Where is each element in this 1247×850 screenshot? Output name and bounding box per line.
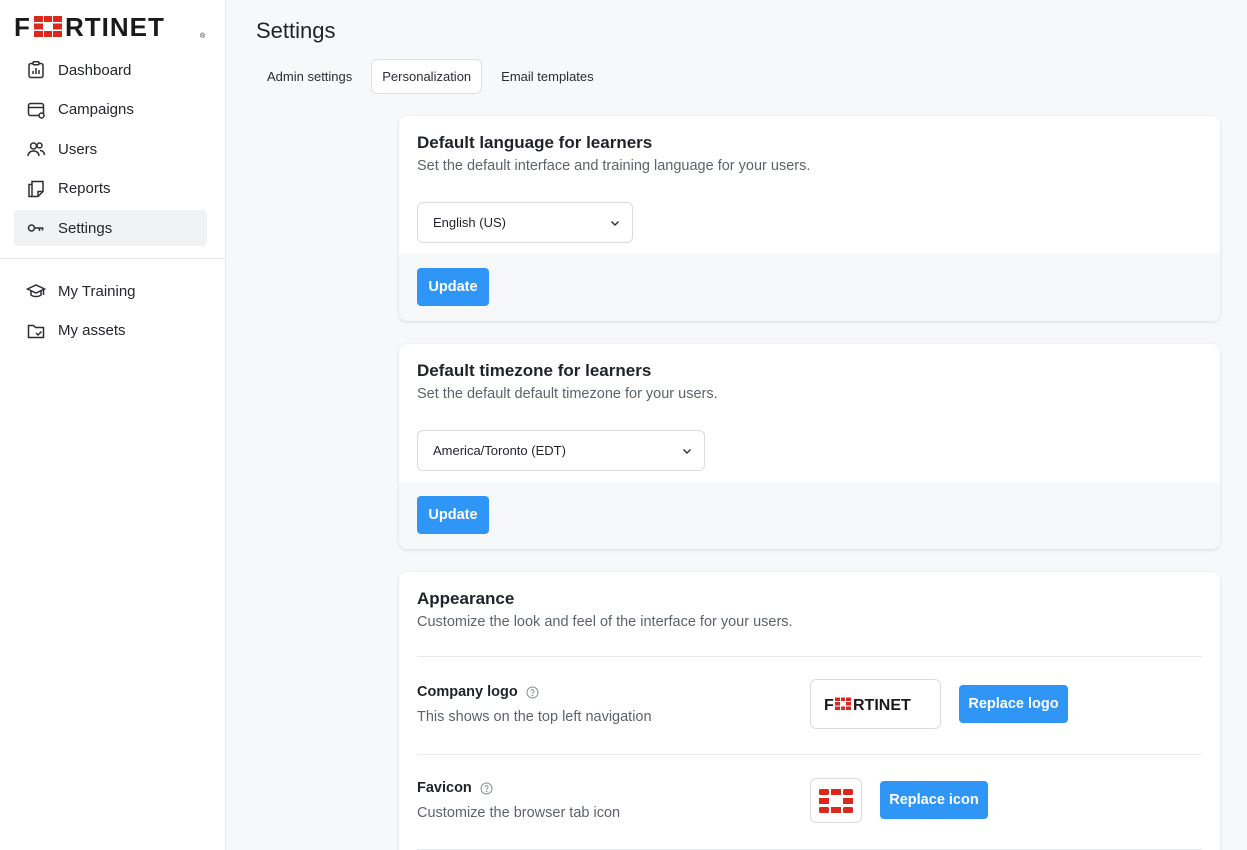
tab-email-templates[interactable]: Email templates	[490, 59, 604, 94]
fortinet-logo: F RTINET	[824, 697, 911, 712]
reports-icon	[26, 179, 46, 199]
sidebar-item-label: Users	[58, 140, 98, 158]
update-timezone-button[interactable]: Update	[417, 496, 489, 534]
card-title: Default language for learners	[417, 133, 653, 152]
chevron-down-icon	[611, 221, 619, 226]
card-title: Default timezone for learners	[417, 361, 652, 380]
card-description: Customize the look and feel of the inter…	[417, 614, 793, 630]
replace-icon-button[interactable]: Replace icon	[880, 781, 988, 819]
sidebar-item-label: My assets	[58, 322, 126, 339]
sidebar-item-label: Campaigns	[58, 101, 134, 118]
sidebar-item-my-assets[interactable]: My assets	[14, 313, 207, 349]
row-divider	[417, 754, 1202, 755]
page-title: Settings	[256, 18, 336, 43]
svg-text:F: F	[824, 697, 834, 712]
company-logo-description: This shows on the top left navigation	[417, 709, 652, 725]
sidebar-item-my-training[interactable]: My Training	[14, 273, 207, 309]
timezone-card: Default timezone for learners Set the de…	[399, 344, 1220, 549]
selected-value: English (US)	[433, 215, 506, 230]
settings-tabs: Admin settings Personalization Email tem…	[256, 59, 613, 94]
svg-text:®: ®	[200, 32, 206, 40]
card-footer: Update	[399, 482, 1220, 549]
folder-check-icon	[26, 321, 46, 341]
sidebar-item-dashboard[interactable]: Dashboard	[14, 52, 207, 88]
timezone-select[interactable]: America/Toronto (EDT)	[417, 430, 705, 471]
favicon-description: Customize the browser tab icon	[417, 805, 621, 821]
row-divider	[417, 656, 1202, 657]
update-language-button[interactable]: Update	[417, 268, 489, 306]
nav-divider	[0, 258, 225, 259]
card-title: Appearance	[417, 589, 515, 608]
campaigns-icon	[26, 100, 46, 120]
sidebar-item-label: Settings	[58, 219, 113, 237]
favicon-preview	[810, 778, 862, 823]
fortinet-logo[interactable]: F RTINET ®	[14, 14, 208, 40]
tab-admin-settings[interactable]: Admin settings	[256, 59, 363, 94]
company-logo-title: Company logo	[417, 684, 539, 700]
key-icon	[26, 218, 46, 238]
sidebar-item-label: Dashboard	[58, 61, 132, 79]
sidebar-item-campaigns[interactable]: Campaigns	[14, 92, 207, 128]
card-footer: Update	[399, 254, 1220, 321]
sidebar-item-label: My Training	[58, 282, 136, 300]
card-description: Set the default default timezone for you…	[417, 386, 718, 402]
dashboard-icon	[26, 60, 46, 80]
favicon-title: Favicon	[417, 780, 493, 796]
appearance-card: Appearance Customize the look and feel o…	[399, 572, 1220, 850]
language-card: Default language for learners Set the de…	[399, 116, 1220, 321]
sidebar-item-users[interactable]: Users	[14, 131, 207, 167]
help-circle-icon[interactable]	[526, 686, 539, 699]
chevron-down-icon	[683, 449, 691, 454]
sidebar-item-reports[interactable]: Reports	[14, 171, 207, 207]
selected-value: America/Toronto (EDT)	[433, 443, 566, 458]
help-circle-icon[interactable]	[480, 782, 493, 795]
svg-text:RTINET: RTINET	[65, 14, 165, 40]
secondary-nav: My Training My assets	[14, 273, 207, 352]
sidebar-item-settings[interactable]: Settings	[14, 210, 207, 246]
company-logo-preview: F RTINET	[810, 679, 941, 729]
users-icon	[26, 139, 46, 159]
sidebar-item-label: Reports	[58, 180, 111, 197]
tab-personalization[interactable]: Personalization	[371, 59, 483, 94]
row-label: Company logo	[417, 684, 518, 700]
svg-text:F: F	[14, 14, 31, 40]
row-label: Favicon	[417, 780, 472, 796]
fortinet-favicon-icon	[819, 788, 853, 813]
language-select[interactable]: English (US)	[417, 202, 633, 243]
svg-text:RTINET: RTINET	[853, 697, 911, 712]
graduation-cap-icon	[26, 281, 46, 301]
sidebar: F RTINET ® Dashboard Campaigns Users Rep…	[0, 0, 226, 850]
primary-nav: Dashboard Campaigns Users Reports Settin…	[14, 52, 207, 250]
card-description: Set the default interface and training l…	[417, 158, 811, 174]
replace-logo-button[interactable]: Replace logo	[959, 685, 1068, 723]
